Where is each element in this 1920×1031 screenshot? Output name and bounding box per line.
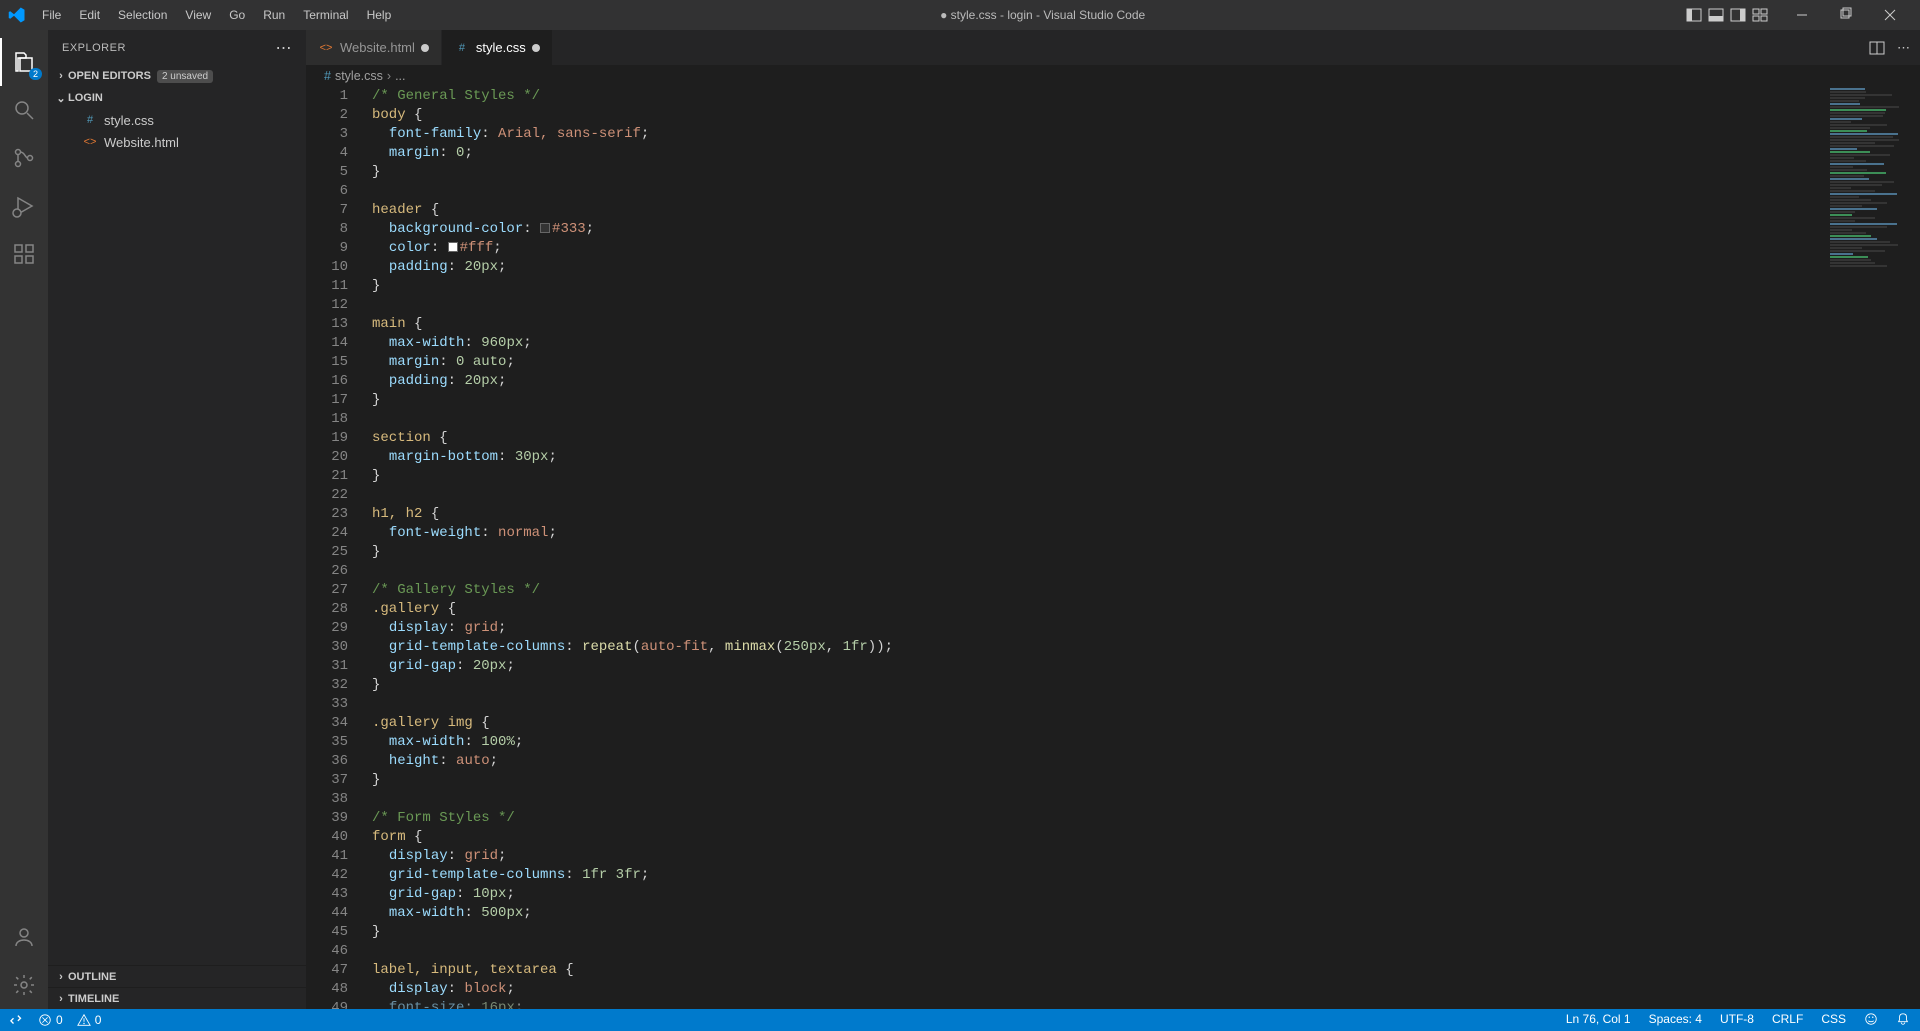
vscode-logo-icon bbox=[8, 6, 26, 24]
project-name: LOGIN bbox=[68, 92, 103, 104]
accounts-activity[interactable] bbox=[0, 913, 48, 961]
language-mode[interactable]: CSS bbox=[1821, 1012, 1846, 1029]
file-item[interactable]: # style.css bbox=[48, 109, 306, 131]
warnings-indicator[interactable]: 0 bbox=[77, 1013, 102, 1027]
split-editor-icon[interactable] bbox=[1869, 40, 1885, 56]
window-controls bbox=[1780, 7, 1912, 23]
line-gutter: 1234567891011121314151617181920212223242… bbox=[306, 87, 366, 1009]
chevron-right-icon: › bbox=[54, 70, 68, 82]
status-bar: 0 0 Ln 76, Col 1 Spaces: 4 UTF-8 CRLF CS… bbox=[0, 1009, 1920, 1031]
indentation[interactable]: Spaces: 4 bbox=[1649, 1012, 1702, 1029]
menu-bar: FileEditSelectionViewGoRunTerminalHelp bbox=[34, 4, 399, 26]
explorer-title: EXPLORER bbox=[62, 42, 126, 54]
outline-header[interactable]: › OUTLINE bbox=[48, 965, 306, 987]
dirty-indicator-icon bbox=[421, 44, 429, 52]
tab-label: style.css bbox=[476, 40, 526, 55]
outline-label: OUTLINE bbox=[68, 971, 116, 983]
unsaved-badge: 2 unsaved bbox=[157, 70, 213, 83]
cursor-position[interactable]: Ln 76, Col 1 bbox=[1566, 1012, 1631, 1029]
title-bar: FileEditSelectionViewGoRunTerminalHelp ●… bbox=[0, 0, 1920, 30]
editor-tab[interactable]: <> Website.html bbox=[306, 30, 442, 65]
file-name: Website.html bbox=[104, 135, 179, 150]
open-editors-label: OPEN EDITORS bbox=[68, 70, 151, 82]
menu-selection[interactable]: Selection bbox=[110, 4, 175, 26]
explorer-sidebar: EXPLORER ⋯ › OPEN EDITORS 2 unsaved ⌄ LO… bbox=[48, 30, 306, 1009]
scm-activity[interactable] bbox=[0, 134, 48, 182]
breadcrumb-tail[interactable]: ... bbox=[395, 69, 405, 83]
activity-bar: 2 bbox=[0, 30, 48, 1009]
explorer-more-icon[interactable]: ⋯ bbox=[276, 38, 293, 58]
explorer-badge: 2 bbox=[29, 68, 42, 80]
panel-right-icon[interactable] bbox=[1730, 7, 1746, 23]
layout-icon[interactable] bbox=[1752, 7, 1768, 23]
menu-help[interactable]: Help bbox=[359, 4, 400, 26]
maximize-button[interactable] bbox=[1824, 7, 1868, 23]
feedback-icon[interactable] bbox=[1864, 1012, 1878, 1029]
menu-view[interactable]: View bbox=[177, 4, 219, 26]
timeline-label: TIMELINE bbox=[68, 993, 119, 1005]
chevron-right-icon: › bbox=[387, 69, 391, 83]
layout-controls[interactable] bbox=[1686, 7, 1768, 23]
file-icon: <> bbox=[82, 134, 98, 150]
file-icon: # bbox=[454, 40, 470, 56]
encoding[interactable]: UTF-8 bbox=[1720, 1012, 1754, 1029]
panel-left-icon[interactable] bbox=[1686, 7, 1702, 23]
errors-indicator[interactable]: 0 bbox=[38, 1013, 63, 1027]
file-item[interactable]: <> Website.html bbox=[48, 131, 306, 153]
explorer-activity[interactable]: 2 bbox=[0, 38, 48, 86]
bell-icon[interactable] bbox=[1896, 1012, 1910, 1029]
breadcrumbs[interactable]: # style.css › ... bbox=[306, 65, 1920, 87]
minimap[interactable] bbox=[1826, 87, 1906, 1009]
menu-run[interactable]: Run bbox=[255, 4, 293, 26]
file-name: style.css bbox=[104, 113, 154, 128]
close-button[interactable] bbox=[1868, 7, 1912, 23]
breadcrumb-file[interactable]: style.css bbox=[335, 69, 383, 83]
debug-activity[interactable] bbox=[0, 182, 48, 230]
dirty-indicator-icon bbox=[532, 44, 540, 52]
settings-activity[interactable] bbox=[0, 961, 48, 1009]
minimize-button[interactable] bbox=[1780, 7, 1824, 23]
panel-bottom-icon[interactable] bbox=[1708, 7, 1724, 23]
tab-more-icon[interactable]: ⋯ bbox=[1897, 40, 1910, 56]
file-icon: <> bbox=[318, 40, 334, 56]
remote-indicator[interactable] bbox=[10, 1013, 24, 1027]
menu-go[interactable]: Go bbox=[221, 4, 253, 26]
open-editors-header[interactable]: › OPEN EDITORS 2 unsaved bbox=[48, 65, 306, 87]
file-icon: # bbox=[82, 112, 98, 128]
project-header[interactable]: ⌄ LOGIN bbox=[48, 87, 306, 109]
css-file-icon: # bbox=[324, 69, 331, 83]
chevron-right-icon: › bbox=[54, 971, 68, 983]
menu-file[interactable]: File bbox=[34, 4, 69, 26]
chevron-right-icon: › bbox=[54, 993, 68, 1005]
window-title: ● style.css - login - Visual Studio Code bbox=[399, 8, 1686, 22]
editor-tabs: <> Website.html # style.css ⋯ bbox=[306, 30, 1920, 65]
editor-tab[interactable]: # style.css bbox=[442, 30, 553, 65]
tab-label: Website.html bbox=[340, 40, 415, 55]
code-content[interactable]: /* General Styles */body { font-family: … bbox=[366, 87, 1920, 1009]
editor-area: <> Website.html # style.css ⋯ # style.css ›… bbox=[306, 30, 1920, 1009]
eol[interactable]: CRLF bbox=[1772, 1012, 1803, 1029]
extensions-activity[interactable] bbox=[0, 230, 48, 278]
menu-terminal[interactable]: Terminal bbox=[295, 4, 356, 26]
menu-edit[interactable]: Edit bbox=[71, 4, 108, 26]
code-editor[interactable]: 1234567891011121314151617181920212223242… bbox=[306, 87, 1920, 1009]
search-activity[interactable] bbox=[0, 86, 48, 134]
timeline-header[interactable]: › TIMELINE bbox=[48, 987, 306, 1009]
chevron-down-icon: ⌄ bbox=[54, 92, 68, 105]
